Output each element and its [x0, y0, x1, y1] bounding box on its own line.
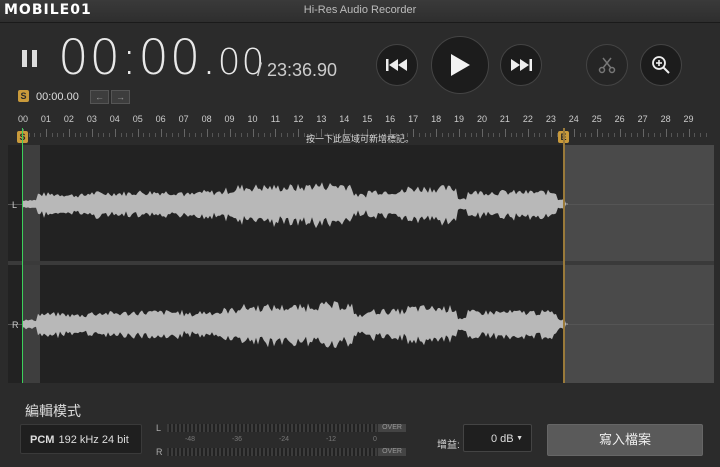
- level-meter-right: R OVER: [156, 447, 406, 458]
- timeline-label: 13: [316, 114, 327, 124]
- gain-label: 增益:: [437, 440, 460, 451]
- zoom-in-icon: [652, 56, 670, 74]
- marker-nav: ← →: [90, 90, 130, 104]
- edit-mode-title: 編輯模式: [25, 403, 81, 419]
- play-icon: [451, 54, 470, 76]
- timeline-label: 20: [476, 114, 488, 124]
- timeline-label: 27: [637, 114, 648, 124]
- timeline-label: 10: [247, 114, 258, 124]
- format-info: PCM 192 kHz 24 bit: [20, 424, 142, 454]
- timeline-label: 05: [132, 114, 143, 124]
- channel-right-label: R: [12, 320, 19, 330]
- channel-left-label: L: [12, 200, 18, 210]
- window-title: Hi-Res Audio Recorder: [303, 4, 417, 16]
- waveform-channel: [22, 301, 568, 348]
- current-timecode: 00:00.00: [58, 30, 266, 86]
- total-duration: / 23:36.90: [257, 60, 338, 80]
- next-marker-icon[interactable]: →: [111, 90, 130, 104]
- end-marker-line[interactable]: [563, 128, 565, 383]
- meter-scale-label: -12: [325, 436, 337, 443]
- playhead[interactable]: [22, 128, 23, 383]
- start-marker-time: 00:00.00: [36, 91, 79, 103]
- timeline-label: 26: [614, 114, 625, 124]
- skip-back-icon: [386, 59, 407, 71]
- play-button[interactable]: [431, 36, 489, 94]
- meter-scale-label: 0: [373, 436, 377, 443]
- timeline-label: 14: [339, 114, 350, 124]
- timeline-label: 00: [17, 114, 29, 124]
- skip-forward-icon: [511, 59, 532, 71]
- timeline-label: 09: [224, 114, 235, 124]
- timeline-label: 06: [155, 114, 166, 124]
- write-file-button[interactable]: 寫入檔案: [547, 424, 703, 456]
- pause-button[interactable]: [22, 50, 38, 67]
- chevron-down-icon: ▼: [516, 435, 523, 442]
- timeline-label: 04: [109, 114, 120, 124]
- timeline-label: 18: [431, 114, 442, 124]
- pause-icon: [22, 50, 27, 67]
- waveform-area[interactable]: [8, 145, 714, 383]
- timeline-label: 08: [201, 114, 212, 124]
- timeline-label: 23: [545, 114, 556, 124]
- timeline-label: 02: [63, 114, 74, 124]
- cut-button[interactable]: [586, 44, 628, 86]
- skip-back-button[interactable]: [376, 44, 418, 86]
- timeline-label: 15: [362, 114, 373, 124]
- timeline-label: 25: [591, 114, 602, 124]
- timeline-label: 07: [178, 114, 189, 124]
- scissors-icon: [598, 57, 616, 74]
- skip-forward-button[interactable]: [500, 44, 542, 86]
- prev-marker-icon[interactable]: ←: [90, 90, 109, 104]
- waveform: [22, 182, 568, 348]
- timeline-label: 12: [293, 114, 304, 124]
- timeline-label: 19: [454, 114, 465, 124]
- timeline-label: 01: [40, 114, 51, 124]
- timeline-label: 16: [385, 114, 396, 124]
- title-bar: MOBILE01 Hi-Res Audio Recorder: [0, 0, 720, 23]
- marker-hint[interactable]: 按一下此區域可新增標記。: [0, 132, 720, 145]
- timeline-label: 28: [660, 114, 671, 124]
- timeline-label: 29: [683, 114, 694, 124]
- gain-select[interactable]: 0 dB ▼: [463, 424, 532, 452]
- level-meter-left: L OVER: [156, 423, 406, 434]
- meter-scale-label: -36: [231, 436, 243, 443]
- meter-scale-label: -48: [184, 436, 196, 443]
- timeline-label: 24: [568, 114, 579, 124]
- meter-scale-label: -24: [278, 436, 290, 443]
- timeline-label: 03: [86, 114, 97, 124]
- timeline-label: 21: [499, 114, 510, 124]
- waveform-channel: [22, 182, 568, 229]
- timeline-label: 22: [522, 114, 533, 124]
- timeline-label: 17: [408, 114, 419, 124]
- timeline-label: 11: [270, 114, 281, 124]
- zoom-button[interactable]: [640, 44, 682, 86]
- start-marker-badge: S: [18, 90, 29, 102]
